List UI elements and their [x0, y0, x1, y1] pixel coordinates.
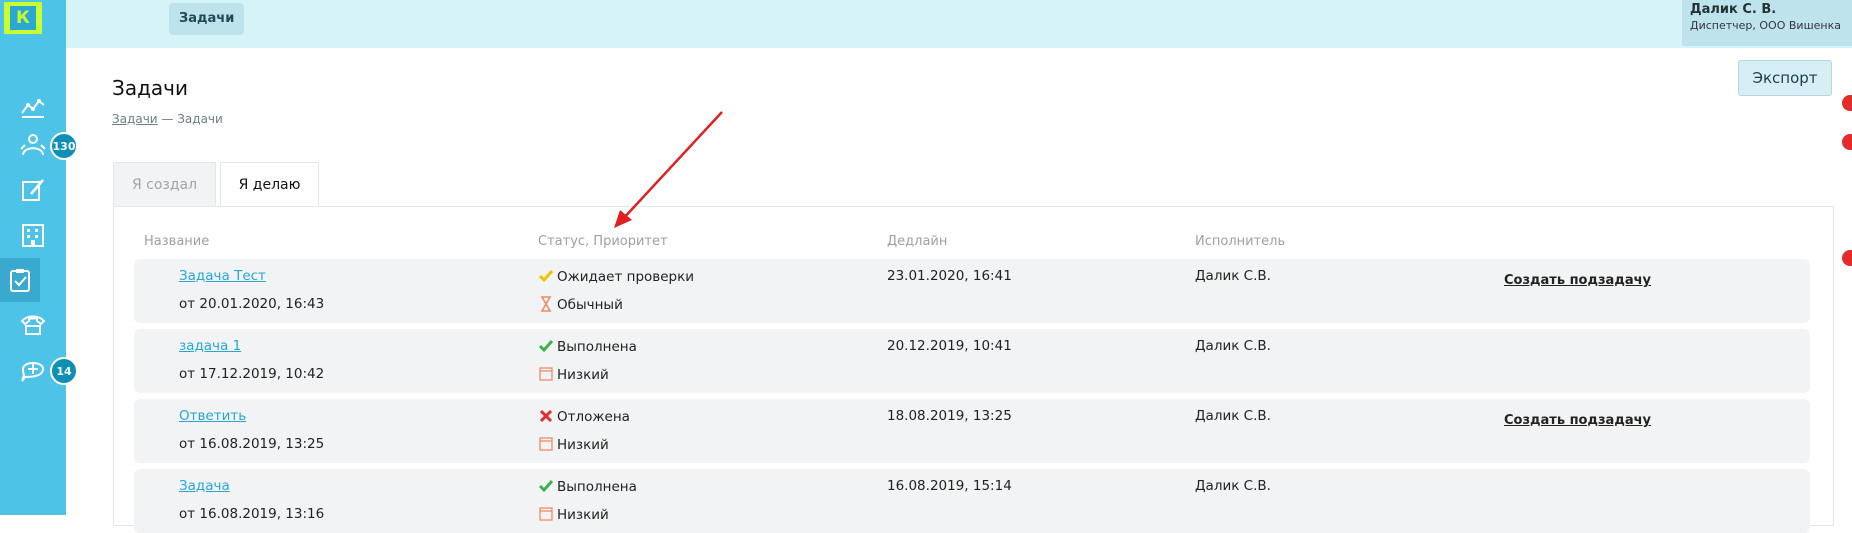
breadcrumb-current: Задачи [177, 112, 223, 126]
create-subtask-link[interactable]: Создать подзадачу [1504, 273, 1651, 288]
chat-count-badge: 14 [50, 357, 78, 385]
hourglass-icon [538, 296, 554, 312]
notification-dot[interactable] [1842, 250, 1852, 266]
task-executor: Далик С.В. [1195, 338, 1271, 354]
task-status: Ожидает проверки [557, 269, 695, 285]
phone-icon[interactable] [0, 302, 66, 346]
column-header-status: Статус, Приоритет [538, 234, 668, 249]
edit-icon[interactable] [0, 168, 66, 212]
breadcrumb-link[interactable]: Задачи [112, 112, 158, 126]
breadcrumb-separator: — [157, 112, 178, 126]
check-yellow-icon [538, 268, 554, 284]
task-status: Выполнена [557, 479, 637, 495]
task-created: от 20.01.2020, 16:43 [179, 296, 325, 312]
top-bar: Задачи Далик С. В. Диспетчер, ООО Вишенк… [66, 0, 1852, 48]
tasks-header-button[interactable]: Задачи [169, 3, 245, 35]
task-deadline: 20.12.2019, 10:41 [887, 338, 1012, 354]
column-header-deadline: Дедлайн [887, 234, 948, 249]
task-name-link[interactable]: Ответить [179, 408, 246, 424]
calendar-icon [538, 436, 554, 452]
tab-created-by-me[interactable]: Я создал [113, 162, 216, 206]
task-deadline: 18.08.2019, 13:25 [887, 408, 1012, 424]
task-created: от 17.12.2019, 10:42 [179, 366, 325, 382]
column-header-executor: Исполнитель [1195, 234, 1286, 249]
task-executor: Далик С.В. [1195, 268, 1271, 284]
notification-dot[interactable] [1842, 134, 1852, 150]
export-button[interactable]: Экспорт [1738, 60, 1832, 96]
task-priority: Низкий [557, 507, 609, 523]
calendar-icon [538, 366, 554, 382]
task-name-link[interactable]: Задача [179, 478, 230, 494]
task-executor: Далик С.В. [1195, 478, 1271, 494]
task-status: Отложена [557, 409, 630, 425]
building-icon[interactable] [0, 213, 66, 257]
sidebar: К 130 14 [0, 0, 78, 515]
task-executor: Далик С.В. [1195, 408, 1271, 424]
column-header-name: Название [144, 234, 210, 249]
task-deadline: 16.08.2019, 15:14 [887, 478, 1012, 494]
user-name: Далик С. В. [1690, 2, 1777, 17]
notification-dot[interactable] [1842, 95, 1852, 111]
breadcrumb: Задачи — Задачи [112, 112, 223, 126]
tasks-count-badge: 130 [50, 132, 78, 160]
logo[interactable]: К [4, 2, 42, 34]
user-menu[interactable]: Далик С. В. Диспетчер, ООО Вишенка [1682, 0, 1852, 46]
task-name-link[interactable]: Задача Тест [179, 268, 266, 284]
task-priority: Обычный [557, 297, 623, 313]
logo-letter: К [10, 6, 36, 30]
task-status: Выполнена [557, 339, 637, 355]
create-subtask-link[interactable]: Создать подзадачу [1504, 413, 1651, 428]
check-green-icon [538, 478, 554, 494]
task-created: от 16.08.2019, 13:25 [179, 436, 325, 452]
tasks-icon[interactable] [0, 258, 40, 302]
task-name-link[interactable]: задача 1 [179, 338, 241, 354]
page-title: Задачи [112, 76, 188, 100]
task-deadline: 23.01.2020, 16:41 [887, 268, 1012, 284]
task-priority: Низкий [557, 437, 609, 453]
annotation-arrow [614, 111, 723, 228]
tab-assigned-to-me[interactable]: Я делаю [220, 162, 319, 206]
user-role: Диспетчер, ООО Вишенка [1690, 19, 1841, 32]
cross-red-icon [538, 408, 554, 424]
check-green-icon [538, 338, 554, 354]
calendar-icon [538, 506, 554, 522]
task-created: от 16.08.2019, 13:16 [179, 506, 325, 522]
task-priority: Низкий [557, 367, 609, 383]
